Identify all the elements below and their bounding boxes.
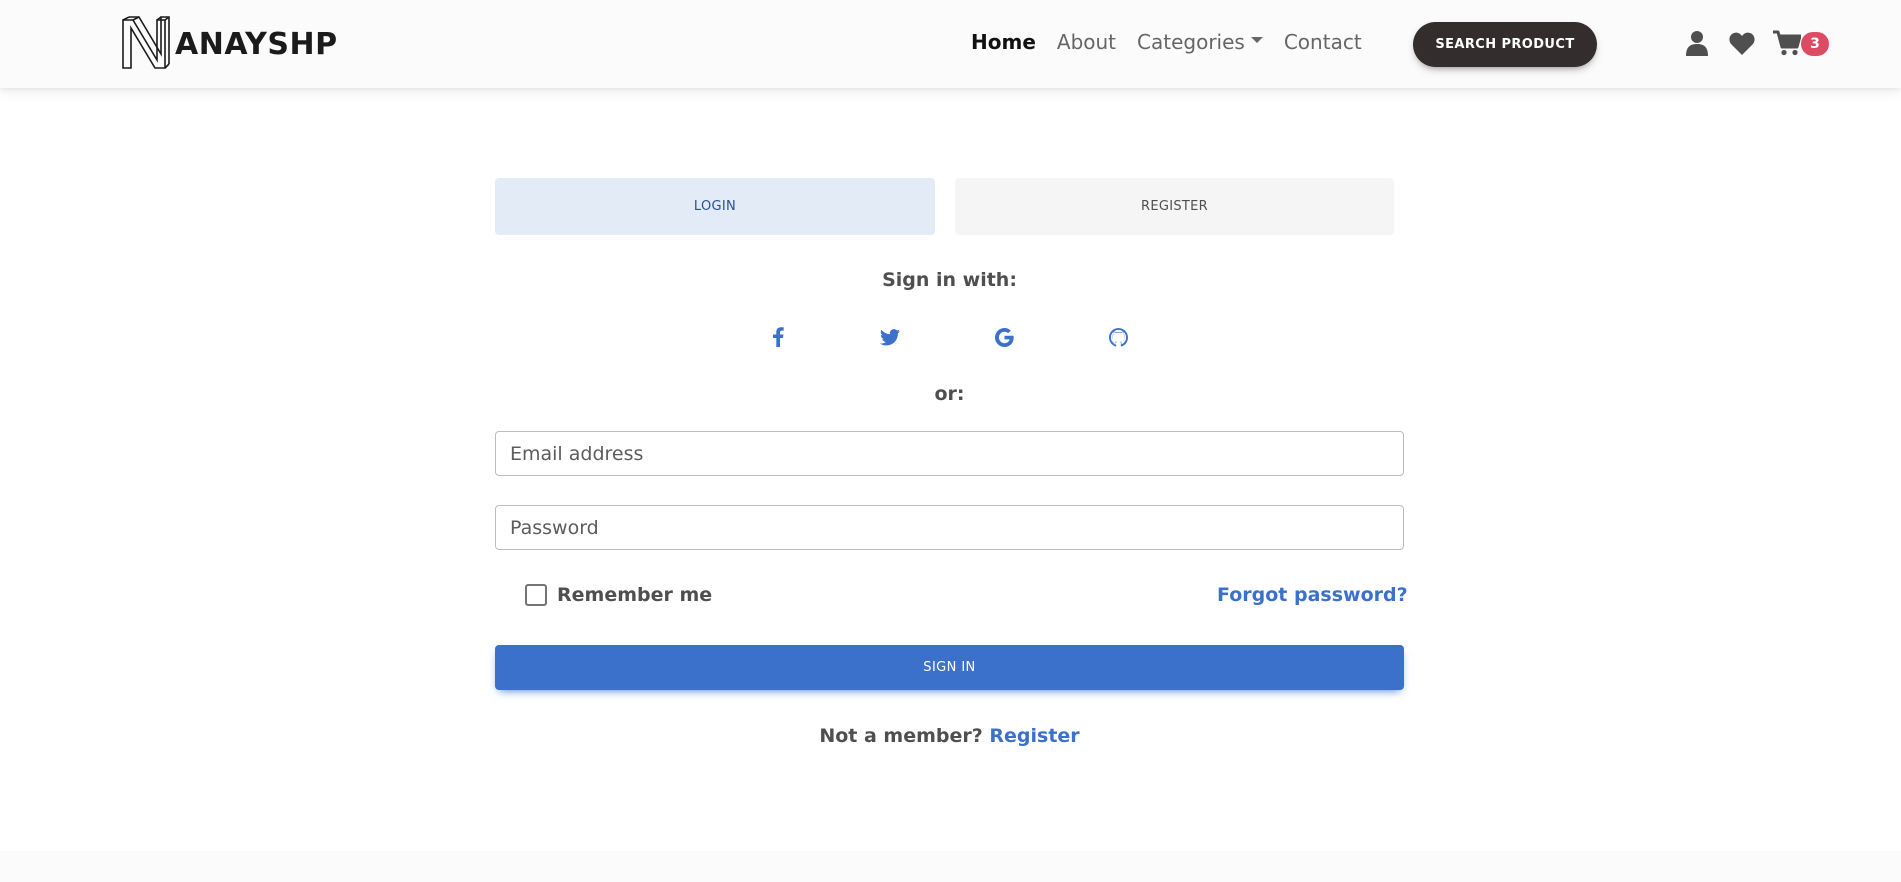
cart-count-badge: 3 — [1801, 32, 1829, 56]
or-divider: or: — [934, 383, 965, 405]
remember-me-label: Remember me — [557, 584, 713, 606]
nav-links: Home About Categories Contact — [971, 30, 1383, 54]
brand-name: ANAYSHP — [175, 26, 338, 62]
remember-me-checkbox[interactable] — [525, 584, 547, 606]
sign-in-button[interactable]: SIGN IN — [495, 645, 1404, 690]
password-input[interactable] — [496, 506, 1403, 549]
auth-tabs: LOGIN REGISTER — [495, 178, 1394, 235]
sign-in-with-heading: Sign in with: — [882, 269, 1017, 291]
heart-icon[interactable] — [1729, 32, 1755, 59]
caret-down-icon — [1250, 37, 1263, 43]
top-navbar: ANAYSHP Home About Categories Contact SE… — [0, 0, 1901, 88]
cart-icon[interactable] — [1773, 30, 1802, 60]
nav-home-link[interactable]: Home — [971, 30, 1036, 54]
nav-categories-dropdown[interactable]: Categories — [1137, 30, 1263, 54]
facebook-icon[interactable] — [763, 324, 793, 350]
nav-categories-label: Categories — [1137, 30, 1245, 54]
user-icon[interactable] — [1686, 30, 1708, 60]
brand-n-logo-icon — [122, 16, 170, 69]
tab-register[interactable]: REGISTER — [955, 178, 1394, 235]
email-input[interactable] — [496, 432, 1403, 475]
register-link[interactable]: Register — [989, 725, 1079, 747]
brand-logo[interactable]: ANAYSHP — [121, 16, 338, 72]
password-field[interactable] — [495, 505, 1404, 550]
email-field[interactable] — [495, 431, 1404, 476]
search-product-button[interactable]: SEARCH PRODUCT — [1413, 22, 1597, 67]
nav-contact-link[interactable]: Contact — [1284, 30, 1362, 54]
not-a-member-text: Not a member? — [819, 725, 983, 747]
google-icon[interactable] — [989, 324, 1019, 350]
twitter-icon[interactable] — [875, 324, 905, 350]
forgot-password-link[interactable]: Forgot password? — [1217, 584, 1408, 606]
tab-login[interactable]: LOGIN — [495, 178, 935, 235]
page-footer — [0, 851, 1901, 882]
github-icon[interactable] — [1103, 324, 1133, 350]
nav-about-link[interactable]: About — [1057, 30, 1116, 54]
not-a-member-prompt: Not a member? Register — [495, 725, 1404, 747]
